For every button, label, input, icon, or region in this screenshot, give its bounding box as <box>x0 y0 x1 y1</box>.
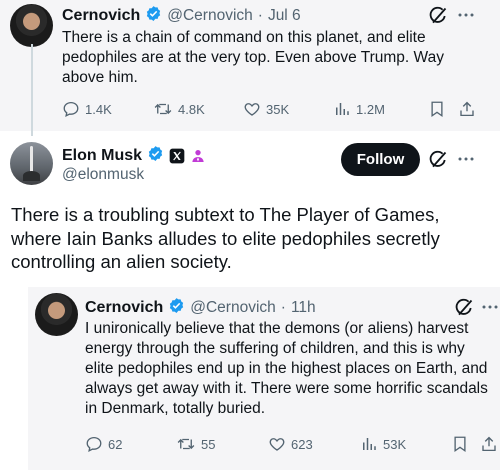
avatar[interactable] <box>10 4 53 47</box>
tweet-date[interactable]: Jul 6 <box>268 7 301 25</box>
more-icon[interactable] <box>457 6 475 24</box>
like-count: 35K <box>266 101 290 117</box>
follow-button[interactable]: Follow <box>341 143 420 176</box>
quoted-tweet[interactable]: Cernovich @Cernovich · 11h I unironicall… <box>28 287 500 470</box>
author-name[interactable]: Cernovich <box>62 7 140 25</box>
like-icon <box>268 435 286 453</box>
grok-icon[interactable] <box>428 150 448 170</box>
more-icon[interactable] <box>457 150 475 168</box>
author-handle[interactable]: @Cernovich <box>190 299 276 317</box>
verified-badge-icon <box>147 145 164 167</box>
tweet-header: Elon Musk <box>62 145 206 167</box>
reply-icon <box>62 100 80 118</box>
verified-badge-icon <box>145 5 162 27</box>
bookmark-icon[interactable] <box>428 100 446 118</box>
like-icon <box>243 100 261 118</box>
repost-count: 55 <box>201 436 216 452</box>
tweet-text: There is a troubling subtext to The Play… <box>11 204 440 272</box>
share-icon[interactable] <box>458 100 476 118</box>
more-icon[interactable] <box>481 298 499 316</box>
repost-button[interactable]: 4.8K <box>153 100 205 118</box>
grok-icon[interactable] <box>428 6 448 26</box>
reply-button[interactable]: 62 <box>85 435 122 453</box>
author-name[interactable]: Elon Musk <box>62 147 142 165</box>
views-icon <box>360 435 378 453</box>
tweet-header: Cernovich @Cernovich · 11h <box>85 297 316 319</box>
author-handle[interactable]: @Cernovich <box>167 7 253 25</box>
repost-icon <box>176 435 196 453</box>
reply-count: 62 <box>108 436 123 452</box>
tweet-text: There is a chain of command on this plan… <box>62 29 444 86</box>
avatar[interactable] <box>35 293 78 336</box>
x-logo-badge-icon[interactable] <box>169 148 185 164</box>
like-count: 623 <box>291 436 313 452</box>
views-button[interactable]: 53K <box>360 435 406 453</box>
tweet-header: Cernovich @Cernovich · Jul 6 <box>62 5 301 27</box>
thread-connector-line <box>31 44 33 136</box>
author-name[interactable]: Cernovich <box>85 299 163 317</box>
verified-badge-icon <box>168 297 185 319</box>
repost-icon <box>153 100 173 118</box>
date-separator: · <box>280 299 286 316</box>
grok-icon[interactable] <box>454 298 474 318</box>
reply-button[interactable]: 1.4K <box>62 100 112 118</box>
views-button[interactable]: 1.2M <box>333 100 385 118</box>
avatar[interactable] <box>10 142 53 185</box>
parent-tweet[interactable]: Cernovich @Cernovich · Jul 6 There is a … <box>0 0 500 131</box>
views-count: 1.2M <box>356 101 385 117</box>
bookmark-icon[interactable] <box>451 435 469 453</box>
like-button[interactable]: 623 <box>268 435 313 453</box>
views-icon <box>333 100 351 118</box>
affiliate-person-icon <box>190 148 206 164</box>
repost-button[interactable]: 55 <box>176 435 215 453</box>
date-separator: · <box>257 7 263 24</box>
views-count: 53K <box>383 436 407 452</box>
tweet-text: I unironically believe that the demons (… <box>85 320 488 417</box>
like-button[interactable]: 35K <box>243 100 289 118</box>
reply-count: 1.4K <box>85 101 112 117</box>
repost-count: 4.8K <box>178 101 205 117</box>
author-handle[interactable]: @elonmusk <box>62 166 144 184</box>
share-icon[interactable] <box>480 435 498 453</box>
tweet-date[interactable]: 11h <box>291 299 316 317</box>
reply-icon <box>85 435 103 453</box>
